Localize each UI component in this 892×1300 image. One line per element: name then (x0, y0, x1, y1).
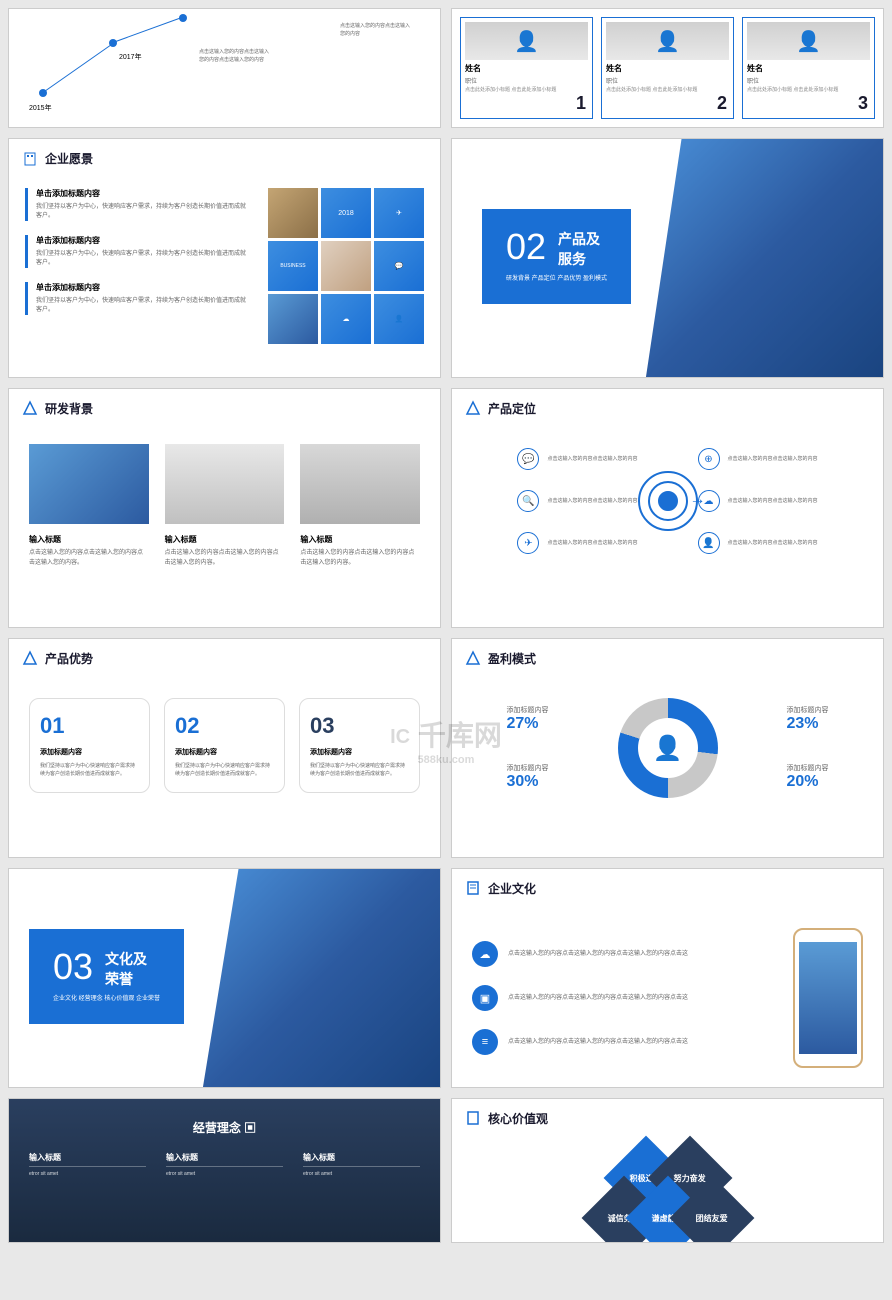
timeline-desc: 点击这输入您的内容点击这输入您的内容 (340, 23, 410, 38)
team-name: 姓名 (465, 63, 588, 74)
phil-col: 输入标题etror sit amet (303, 1152, 420, 1179)
rd-image (29, 444, 149, 524)
team-desc: 点击此处添加小标题 点击此处添加小标题 (747, 87, 870, 94)
pos-item: 点击这输入您的内容点击这输入您的内容🔍 (462, 490, 638, 512)
vision-item: 单击添加标题内容 我们坚持以客户为中心，快速响应客户需求，持续为客户创造长期价值… (25, 188, 248, 221)
cloud-icon: ☁ (472, 941, 498, 967)
profit-label: 添加标题内容30% (507, 763, 549, 791)
slide-values: 核心价值观 积极进取 努力奋发 诚信务实 谦虚静敏 团结友爱 (451, 1098, 884, 1243)
person-icon: 👤 (653, 734, 683, 763)
list-icon: ≡ (472, 1029, 498, 1055)
rd-image (165, 444, 285, 524)
slide-title: 产品定位 (488, 400, 536, 417)
slide-philosophy: 经营理念 ▣ 输入标题etror sit amet 输入标题etror sit … (8, 1098, 441, 1243)
slide-title: 企业文化 (488, 880, 536, 897)
team-name: 姓名 (606, 63, 729, 74)
slide-title: 核心价值观 (488, 1110, 548, 1127)
avatar: 👤 (747, 22, 870, 60)
year-label: 2015年 (29, 103, 52, 113)
vision-grid: 2018✈ BUSINESS💬 ☁👤 (268, 188, 424, 344)
profit-label: 添加标题内容27% (507, 705, 549, 733)
team-role: 职位 (465, 76, 588, 85)
building-icon (21, 149, 39, 167)
slide-title: 盈利模式 (488, 650, 536, 667)
profit-label: 添加标题内容23% (787, 705, 829, 733)
slide-title: 研发背景 (45, 400, 93, 417)
building-image (203, 869, 440, 1087)
team-desc: 点击此处添加小标题 点击此处添加小标题 (465, 87, 588, 94)
slide-advantages: 产品优势 01 添加标题内容 我们坚持以客户为中心快速响应客户需求持续为客户创造… (8, 638, 441, 858)
triangle-icon (21, 399, 39, 417)
slide-title: 企业愿景 (45, 150, 93, 167)
team-name: 姓名 (747, 63, 870, 74)
pos-item: 点击这输入您的内容点击这输入您的内容✈ (462, 532, 638, 554)
year-label: 2017年 (119, 52, 142, 62)
rd-col: 输入标题 点击这输入您的内容点击这输入您的内容点击这输入您的内容。 (165, 444, 285, 568)
triangle-icon (464, 399, 482, 417)
document-icon: ▣ (244, 1121, 256, 1135)
slide-vision: 企业愿景 单击添加标题内容 我们坚持以客户为中心，快速响应客户需求，持续为客户创… (8, 138, 441, 378)
team-card: 👤 姓名 职位 点击此处添加小标题 点击此处添加小标题 3 (742, 17, 875, 119)
plane-icon: ✈ (517, 532, 539, 554)
adv-card: 02 添加标题内容 我们坚持以客户为中心快速响应客户需求持续为客户创造长期价值进… (164, 698, 285, 793)
slide-positioning: 产品定位 点击这输入您的内容点击这输入您的内容💬 点击这输入您的内容点击这输入您… (451, 388, 884, 628)
adv-card: 01 添加标题内容 我们坚持以客户为中心快速响应客户需求持续为客户创造长期价值进… (29, 698, 150, 793)
team-card: 👤 姓名 职位 点击此处添加小标题 点击此处添加小标题 1 (460, 17, 593, 119)
triangle-icon (21, 649, 39, 667)
rd-col: 输入标题 点击这输入您的内容点击这输入您的内容点击这输入您的内容。 (300, 444, 420, 568)
team-role: 职位 (606, 76, 729, 85)
slide-team: 👤 姓名 职位 点击此处添加小标题 点击此处添加小标题 1 👤 姓名 职位 点击… (451, 8, 884, 128)
team-card: 👤 姓名 职位 点击此处添加小标题 点击此处添加小标题 2 (601, 17, 734, 119)
section-box: 03 文化及荣誉 企业文化 经营理念 核心价值观 企业荣誉 (29, 929, 184, 1024)
chat-icon: 💬 (517, 448, 539, 470)
user-icon: 👤 (698, 532, 720, 554)
slide-profit: 盈利模式 添加标题内容27% 添加标题内容30% 👤 添加标题内容23% 添加标… (451, 638, 884, 858)
slide-title: 经营理念 ▣ (29, 1119, 420, 1136)
pos-item: ☁点击这输入您的内容点击这输入您的内容 (698, 490, 874, 512)
document-icon (464, 879, 482, 897)
slide-rd: 研发背景 输入标题 点击这输入您的内容点击这输入您的内容点击这输入您的内容。 输… (8, 388, 441, 628)
vision-item: 单击添加标题内容 我们坚持以客户为中心，快速响应客户需求，持续为客户创造长期价值… (25, 282, 248, 315)
rd-col: 输入标题 点击这输入您的内容点击这输入您的内容点击这输入您的内容。 (29, 444, 149, 568)
bookmark-icon: ▣ (472, 985, 498, 1011)
section-sub: 研发背景 产品定位 产品优势 盈利模式 (506, 275, 607, 284)
compass-icon: ⊕ (698, 448, 720, 470)
section-sub: 企业文化 经营理念 核心价值观 企业荣誉 (53, 995, 160, 1004)
document-icon (464, 1109, 482, 1127)
avatar: 👤 (606, 22, 729, 60)
section-num: 02 (506, 229, 546, 265)
pos-item: 👤点击这输入您的内容点击这输入您的内容 (698, 532, 874, 554)
adv-card: 03 添加标题内容 我们坚持以客户为中心快速响应客户需求持续为客户创造长期价值进… (299, 698, 420, 793)
section-box: 02 产品及服务 研发背景 产品定位 产品优势 盈利模式 (482, 209, 631, 304)
team-role: 职位 (747, 76, 870, 85)
donut-chart: 👤 (618, 698, 718, 798)
profit-label: 添加标题内容20% (787, 763, 829, 791)
pos-item: 点击这输入您的内容点击这输入您的内容💬 (462, 448, 638, 470)
team-num: 1 (576, 93, 586, 114)
culture-item: ☁点击这输入您的内容点击这输入您的内容点击这输入您的内容点击这 (472, 941, 773, 967)
target-icon: → (638, 471, 698, 531)
slide-title: 产品优势 (45, 650, 93, 667)
rd-image (300, 444, 420, 524)
avatar: 👤 (465, 22, 588, 60)
team-desc: 点击此处添加小标题 点击此处添加小标题 (606, 87, 729, 94)
team-num: 2 (717, 93, 727, 114)
timeline-desc: 点击这输入您的内容点击这输入您的内容点击这输入您的内容 (199, 49, 269, 64)
phil-col: 输入标题etror sit amet (166, 1152, 283, 1179)
team-num: 3 (858, 93, 868, 114)
slide-section-02: 02 产品及服务 研发背景 产品定位 产品优势 盈利模式 (451, 138, 884, 378)
slide-section-03: 03 文化及荣誉 企业文化 经营理念 核心价值观 企业荣誉 (8, 868, 441, 1088)
culture-item: ▣点击这输入您的内容点击这输入您的内容点击这输入您的内容点击这 (472, 985, 773, 1011)
pos-item: ⊕点击这输入您的内容点击这输入您的内容 (698, 448, 874, 470)
slide-timeline: 2015年 2017年 点击这输入您的内容点击这输入您的内容点击这输入您的内容 … (8, 8, 441, 128)
building-image (646, 139, 883, 377)
slide-culture: 企业文化 ☁点击这输入您的内容点击这输入您的内容点击这输入您的内容点击这 ▣点击… (451, 868, 884, 1088)
culture-item: ≡点击这输入您的内容点击这输入您的内容点击这输入您的内容点击这 (472, 1029, 773, 1055)
phone-mockup (793, 928, 863, 1068)
phil-col: 输入标题etror sit amet (29, 1152, 146, 1179)
vision-item: 单击添加标题内容 我们坚持以客户为中心，快速响应客户需求，持续为客户创造长期价值… (25, 235, 248, 268)
search-icon: 🔍 (517, 490, 539, 512)
triangle-icon (464, 649, 482, 667)
section-num: 03 (53, 949, 93, 985)
